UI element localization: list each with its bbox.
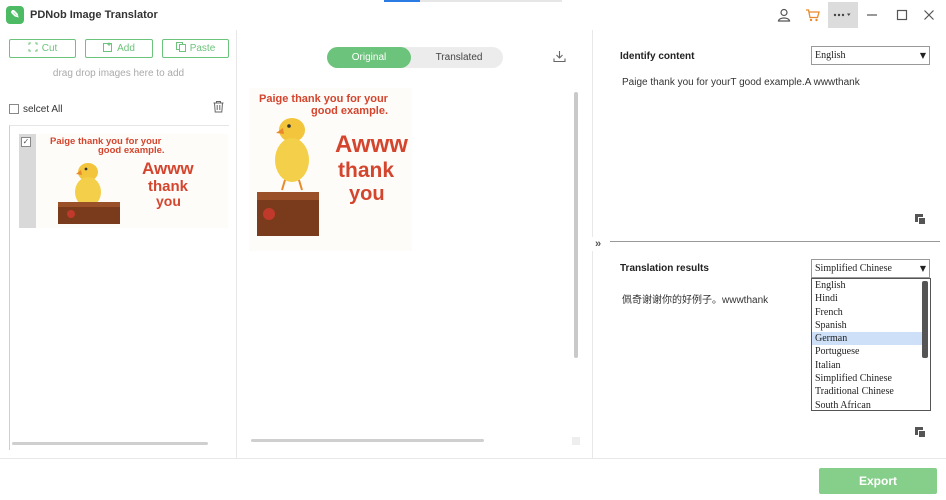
select-all-row[interactable]: selcet All xyxy=(9,102,229,116)
maximize-button[interactable] xyxy=(888,4,916,26)
footer-bar: Export xyxy=(0,458,946,500)
cut-button[interactable]: Cut xyxy=(9,39,76,58)
dropdown-option-south-african[interactable]: South African xyxy=(812,399,922,412)
progress-fill xyxy=(384,0,420,2)
preview-line2: good example. xyxy=(311,105,388,117)
identified-text[interactable]: Paige thank you for yourT good example.A… xyxy=(622,77,860,88)
preview-big2: thank xyxy=(338,159,394,182)
dropdown-option-traditional-chinese[interactable]: Traditional Chinese xyxy=(812,385,922,398)
drag-drop-hint: drag drop images here to add xyxy=(52,68,185,79)
list-item[interactable]: ✓ Paige thank you for your good example.… xyxy=(19,134,228,228)
progress-bar xyxy=(384,0,562,2)
target-language-value: Simplified Chinese xyxy=(815,263,892,274)
target-language-select[interactable]: Simplified Chinese ▼ xyxy=(811,259,930,278)
dropdown-option-german[interactable]: German xyxy=(812,332,922,346)
preview-vertical-scrollbar[interactable] xyxy=(574,92,578,358)
tab-original[interactable]: Original xyxy=(327,47,411,68)
app-title: PDNob Image Translator xyxy=(30,9,158,21)
add-image-icon xyxy=(103,42,113,55)
cart-icon[interactable] xyxy=(798,4,826,26)
identify-content-label: Identify content xyxy=(620,51,695,62)
app-logo-icon: ✎ xyxy=(6,6,24,24)
more-menu-button[interactable] xyxy=(828,2,858,28)
select-all-checkbox[interactable] xyxy=(9,104,19,114)
image-list[interactable]: ✓ Paige thank you for your good example.… xyxy=(9,125,229,450)
user-icon[interactable] xyxy=(770,4,798,26)
translated-text[interactable]: 佩奇谢谢你的好例子。wwwthank xyxy=(622,291,768,306)
download-icon[interactable] xyxy=(553,50,567,64)
scroll-corner xyxy=(572,437,580,445)
trash-icon[interactable] xyxy=(212,100,226,114)
preview-panel: Original Translated Paige thank you for … xyxy=(237,30,593,458)
paste-icon xyxy=(175,42,186,55)
translation-results-label: Translation results xyxy=(620,263,709,274)
crop-icon xyxy=(28,42,38,55)
copy-translation-icon[interactable] xyxy=(915,427,926,438)
select-all-label: selcet All xyxy=(23,103,63,115)
export-button[interactable]: Export xyxy=(819,468,937,494)
dropdown-option-portuguese[interactable]: Portuguese xyxy=(812,345,922,358)
dropdown-option-hindi[interactable]: Hindi xyxy=(812,292,922,305)
preview-big1: Awww xyxy=(335,131,408,158)
preview-image: Paige thank you for your good example. A… xyxy=(249,88,412,251)
dropdown-option-french[interactable]: French xyxy=(812,306,922,319)
chevron-down-icon: ▼ xyxy=(919,264,926,273)
dropdown-option-spanish[interactable]: Spanish xyxy=(812,319,922,332)
list-horizontal-scrollbar[interactable] xyxy=(12,442,208,445)
thumb-big1: Awww xyxy=(142,159,194,178)
preview-line1: Paige thank you for your xyxy=(259,93,389,105)
image-list-panel: Cut Add Paste drag drop images here to a… xyxy=(0,30,237,458)
item-checkbox[interactable]: ✓ xyxy=(21,137,31,147)
cut-label: Cut xyxy=(41,43,58,54)
minimize-button[interactable] xyxy=(858,4,886,26)
source-language-select[interactable]: English ▼ xyxy=(811,46,930,65)
tab-translated[interactable]: Translated xyxy=(415,47,503,68)
title-bar: ✎ PDNob Image Translator xyxy=(0,0,946,30)
section-divider xyxy=(610,241,940,242)
preview-big3: you xyxy=(349,183,385,205)
add-button[interactable]: Add xyxy=(85,39,153,58)
thumb-line2: good example. xyxy=(98,145,165,156)
dropdown-option-simplified-chinese[interactable]: Simplified Chinese xyxy=(812,372,922,385)
dropdown-option-english[interactable]: English xyxy=(812,279,922,292)
thumbnail-image[interactable]: Paige thank you for your good example. A… xyxy=(36,134,228,228)
source-language-value: English xyxy=(815,50,846,61)
chevron-down-icon: ▼ xyxy=(919,51,926,60)
paste-button[interactable]: Paste xyxy=(162,39,229,58)
close-button[interactable] xyxy=(915,4,943,26)
dropdown-scrollbar[interactable] xyxy=(922,281,928,358)
language-dropdown-list[interactable]: English Hindi French Spanish German Port… xyxy=(811,278,931,411)
add-label: Add xyxy=(117,43,135,54)
thumb-big3: you xyxy=(156,193,181,209)
dropdown-option-italian[interactable]: Italian xyxy=(812,359,922,372)
preview-horizontal-scrollbar[interactable] xyxy=(251,439,484,442)
paste-label: Paste xyxy=(189,43,216,54)
copy-icon[interactable] xyxy=(915,214,926,225)
view-toggle: Original Translated xyxy=(327,47,503,68)
